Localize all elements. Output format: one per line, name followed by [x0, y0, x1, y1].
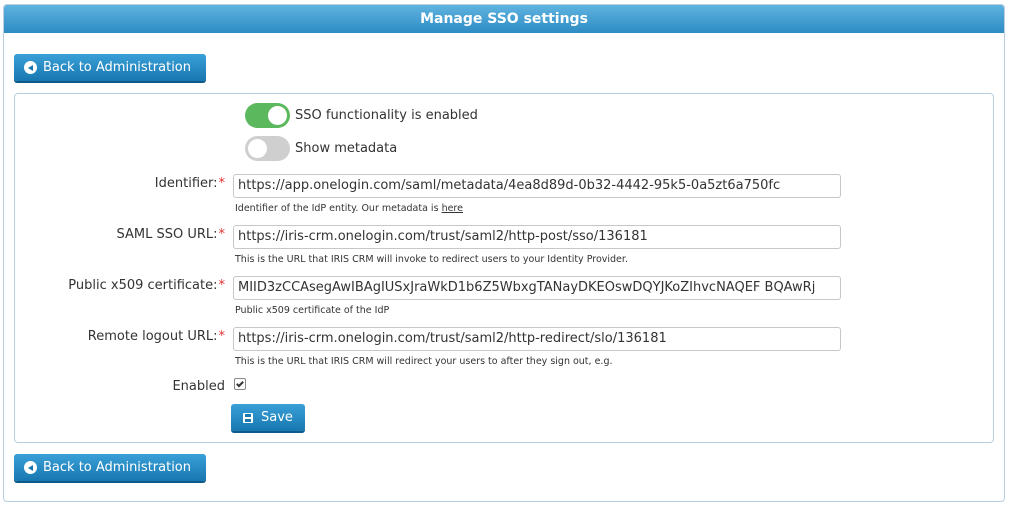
back-button-label: Back to Administration — [43, 460, 192, 475]
sso-enabled-toggle[interactable] — [245, 103, 290, 128]
floppy-disk-icon — [243, 412, 253, 423]
required-mark: * — [218, 278, 226, 293]
certificate-hint: Public x509 certificate of the IdP — [235, 305, 390, 316]
toggle-knob — [248, 139, 267, 158]
checkmark-icon — [236, 379, 244, 387]
identifier-hint: Identifier of the IdP entity. Our metada… — [235, 203, 463, 214]
back-to-administration-button[interactable]: Back to Administration — [14, 54, 206, 81]
certificate-label-text: Public x509 certificate: — [68, 278, 218, 293]
show-metadata-toggle[interactable] — [245, 136, 290, 161]
sso-enabled-row: SSO functionality is enabled — [245, 103, 478, 128]
logout-url-hint: This is the URL that IRIS CRM will redir… — [235, 356, 613, 367]
enabled-checkbox[interactable] — [234, 378, 246, 390]
back-arrow-icon — [24, 461, 37, 474]
required-mark: * — [218, 329, 226, 344]
certificate-input[interactable]: MIID3zCCAsegAwIBAgIUSxJraWkD1b6Z5WbxgTAN… — [233, 276, 841, 300]
sso-enabled-label: SSO functionality is enabled — [295, 108, 478, 123]
logout-url-label: Remote logout URL:* — [88, 329, 225, 344]
save-button[interactable]: Save — [231, 404, 305, 431]
page-title: Manage SSO settings — [4, 5, 1004, 33]
back-arrow-icon — [24, 61, 37, 74]
sso-form: SSO functionality is enabled Show metada… — [14, 93, 994, 443]
show-metadata-row: Show metadata — [245, 136, 397, 161]
identifier-label: Identifier:* — [155, 176, 225, 191]
identifier-label-text: Identifier: — [154, 176, 218, 191]
toggle-knob — [268, 106, 287, 125]
identifier-input[interactable]: https://app.onelogin.com/saml/metadata/4… — [233, 174, 841, 198]
logout-url-input[interactable]: https://iris-crm.onelogin.com/trust/saml… — [233, 327, 841, 351]
logout-url-label-text: Remote logout URL: — [87, 329, 218, 344]
save-button-label: Save — [261, 410, 293, 425]
sso-url-label: SAML SSO URL:* — [116, 227, 225, 242]
show-metadata-label: Show metadata — [295, 141, 398, 156]
sso-url-label-text: SAML SSO URL: — [116, 227, 218, 242]
required-mark: * — [218, 227, 226, 242]
sso-url-hint: This is the URL that IRIS CRM will invok… — [235, 254, 628, 265]
metadata-here-link[interactable]: here — [442, 203, 463, 214]
back-button-label: Back to Administration — [43, 60, 192, 75]
required-mark: * — [218, 176, 226, 191]
certificate-label: Public x509 certificate:* — [68, 278, 225, 293]
sso-url-input[interactable]: https://iris-crm.onelogin.com/trust/saml… — [233, 225, 841, 249]
back-to-administration-button-bottom[interactable]: Back to Administration — [14, 454, 206, 481]
identifier-hint-text: Identifier of the IdP entity. Our metada… — [235, 203, 439, 214]
enabled-label: Enabled — [172, 379, 225, 394]
